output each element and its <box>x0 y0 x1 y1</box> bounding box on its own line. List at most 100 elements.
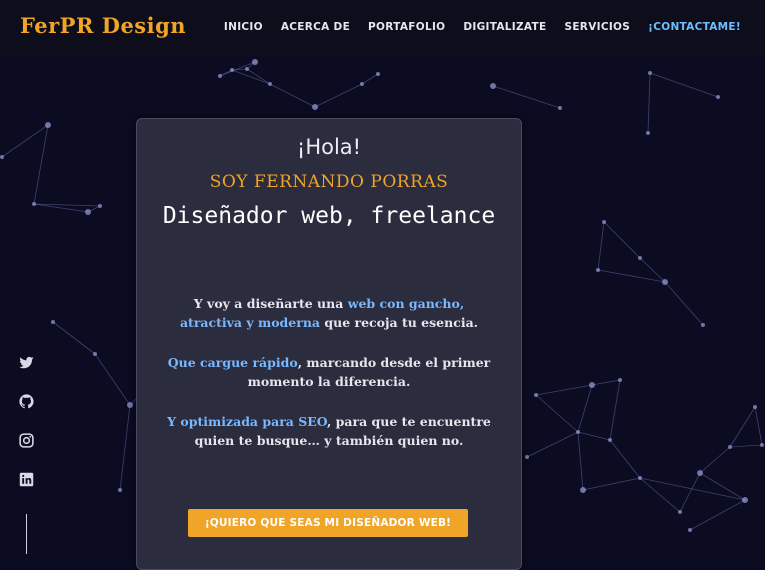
linkedin-icon <box>19 472 34 487</box>
network-line <box>679 472 701 513</box>
network-line <box>119 404 131 491</box>
network-line <box>689 499 746 531</box>
network-dot <box>0 155 4 159</box>
network-line <box>582 477 641 491</box>
network-dot <box>596 268 600 272</box>
nav-contactame[interactable]: ¡CONTACTAME! <box>648 21 741 33</box>
network-line <box>699 446 731 474</box>
p1-text-b: que recoja tu esencia. <box>320 315 479 330</box>
network-line <box>647 72 651 134</box>
github-icon <box>19 394 34 409</box>
network-dot <box>678 510 682 514</box>
network-dot <box>51 320 55 324</box>
network-line <box>269 83 316 108</box>
network-line <box>639 477 746 501</box>
nav-acerca-de[interactable]: ACERCA DE <box>281 21 350 33</box>
network-dot <box>525 455 529 459</box>
nav-servicios[interactable]: SERVICIOS <box>564 21 630 33</box>
network-dot <box>701 323 705 327</box>
instagram-link[interactable] <box>18 432 35 449</box>
network-line <box>535 384 593 396</box>
network-dot <box>576 430 580 434</box>
network-line <box>603 221 641 259</box>
network-line <box>577 431 584 491</box>
network-line <box>231 68 248 71</box>
network-dot <box>534 393 538 397</box>
hire-me-button[interactable]: ¡QUIERO QUE SEAS MI DISEÑADOR WEB! <box>188 509 468 537</box>
network-dot <box>93 352 97 356</box>
network-line <box>231 69 271 85</box>
network-dot <box>558 106 562 110</box>
network-dot <box>697 470 703 476</box>
network-dot <box>245 67 249 71</box>
hero-greeting: ¡Hola! <box>296 135 362 159</box>
network-line <box>729 444 763 448</box>
twitter-link[interactable] <box>18 354 35 371</box>
p3-highlight: Y optimizada para SEO <box>167 414 327 429</box>
network-line <box>729 406 756 448</box>
network-line <box>492 85 561 109</box>
network-line <box>577 384 593 433</box>
network-dot <box>760 443 764 447</box>
network-dot <box>312 104 318 110</box>
network-line <box>664 281 704 326</box>
network-line <box>597 221 605 271</box>
network-line <box>1 124 49 158</box>
network-dot <box>688 528 692 532</box>
network-dot <box>646 131 650 135</box>
network-dot <box>728 445 732 449</box>
network-line <box>609 379 621 441</box>
network-dot <box>648 71 652 75</box>
p2-highlight: Que cargue rápido <box>167 355 298 370</box>
nav-digitalizate[interactable]: DIGITALIZATE <box>463 21 546 33</box>
network-dot <box>638 476 642 480</box>
network-dot <box>589 382 595 388</box>
hero-paragraph-1: Y voy a diseñarte una web con gancho, at… <box>161 294 497 332</box>
network-line <box>639 477 681 513</box>
nav-inicio[interactable]: INICIO <box>224 21 263 33</box>
hero-role: Diseñador web, freelance <box>162 203 496 229</box>
hero-paragraph-3: Y optimizada para SEO, para que te encue… <box>161 412 497 450</box>
network-dot <box>638 256 642 260</box>
site-logo[interactable]: FerPR Design <box>20 13 186 38</box>
top-header: FerPR Design INICIO ACERCA DE PORTAFOLIO… <box>0 0 765 56</box>
network-line <box>649 72 719 98</box>
network-line <box>33 124 49 205</box>
network-dot <box>98 204 102 208</box>
network-dot <box>716 95 720 99</box>
network-line <box>52 321 96 355</box>
network-dot <box>618 378 622 382</box>
network-dot <box>662 279 668 285</box>
network-dot <box>376 72 380 76</box>
network-dot <box>742 497 748 503</box>
twitter-icon <box>19 356 34 369</box>
network-dot <box>218 74 222 78</box>
network-line <box>526 431 579 458</box>
network-dot <box>45 122 51 128</box>
hero-name: SOY FERNANDO PORRAS <box>209 172 449 192</box>
network-dot <box>753 405 757 409</box>
main-nav: INICIO ACERCA DE PORTAFOLIO DIGITALIZATE… <box>206 21 741 33</box>
linkedin-link[interactable] <box>18 471 35 488</box>
hero-card: ¡Hola! SOY FERNANDO PORRAS Diseñador web… <box>136 118 522 570</box>
network-line <box>699 472 746 501</box>
p1-text-a: Y voy a diseñarte una <box>193 296 348 311</box>
network-line <box>591 379 621 386</box>
social-divider-line <box>26 514 27 554</box>
network-dot <box>118 488 122 492</box>
network-line <box>609 439 641 479</box>
network-dot <box>490 83 496 89</box>
network-line <box>754 406 763 446</box>
network-line <box>361 73 379 85</box>
network-dot <box>32 202 36 206</box>
network-dot <box>85 209 91 215</box>
network-dot <box>360 82 364 86</box>
network-line <box>577 431 611 441</box>
network-dot <box>608 438 612 442</box>
network-dot <box>602 220 606 224</box>
network-line <box>535 394 579 433</box>
nav-portafolio[interactable]: PORTAFOLIO <box>368 21 445 33</box>
github-link[interactable] <box>18 393 35 410</box>
network-line <box>314 83 363 108</box>
hero-paragraph-2: Que cargue rápido, marcando desde el pri… <box>161 353 497 391</box>
